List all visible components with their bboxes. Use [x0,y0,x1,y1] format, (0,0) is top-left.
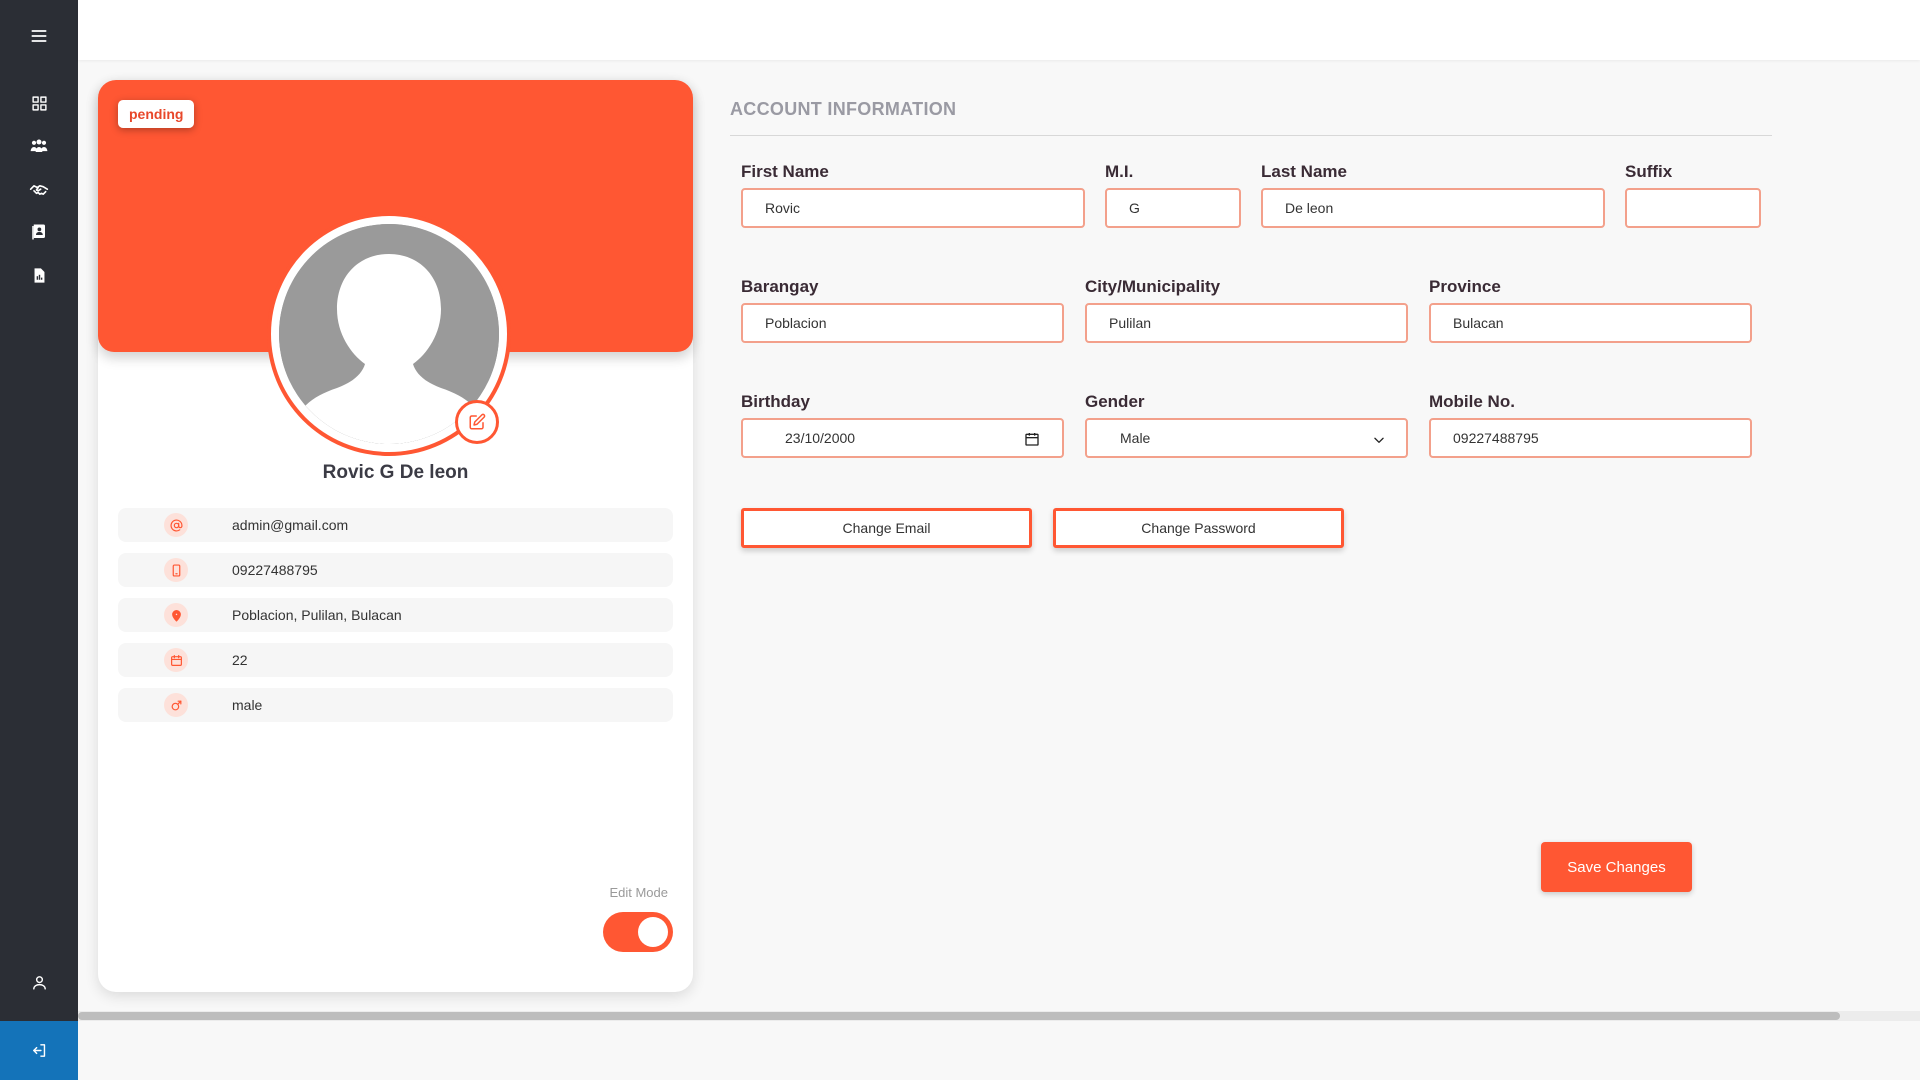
calendar-icon[interactable] [1024,431,1040,447]
phone-icon [172,563,180,577]
horizontal-scrollbar[interactable] [78,1011,1920,1021]
barangay-label: Barangay [741,277,819,296]
detail-address: Poblacion, Pulilan, Bulacan [118,598,673,632]
first-name-field[interactable]: Rovic [741,188,1085,228]
report-document-icon [34,267,44,283]
middle-initial-field[interactable]: G [1105,188,1241,228]
detail-age: 22 [118,643,673,677]
suffix-field[interactable] [1625,188,1761,228]
first-name-label: First Name [741,162,829,181]
sidebar-item-users[interactable] [0,127,78,167]
scrollbar-thumb[interactable] [78,1012,1840,1020]
profile-details-list: admin@gmail.com 09227488795 Poblacion, P… [118,508,673,733]
logout-icon [32,1044,45,1057]
profile-name: Rovic G De leon [322,462,469,483]
change-email-button[interactable]: Change Email [741,508,1032,548]
last-name-label: Last Name [1261,162,1347,181]
section-divider [730,135,1772,136]
detail-age-value: 22 [232,652,248,668]
sidebar-item-records[interactable] [0,212,78,252]
male-icon [171,700,181,710]
sidebar-item-dashboard[interactable] [0,83,78,123]
at-icon [170,519,183,531]
menu-toggle-button[interactable] [0,16,78,56]
detail-phone: 09227488795 [118,553,673,587]
sidebar [0,0,78,1080]
detail-email: admin@gmail.com [118,508,673,542]
detail-gender: male [118,688,673,722]
menu-icon [31,30,47,42]
top-header [78,0,1920,60]
sidebar-item-reports[interactable] [0,255,78,295]
edit-mode-toggle[interactable] [603,912,673,952]
contacts-book-icon [32,224,45,240]
chevron-down-icon [1374,437,1384,443]
user-icon [32,975,46,990]
logout-button[interactable] [0,1021,78,1080]
city-field[interactable]: Pulilan [1085,303,1408,343]
sidebar-item-transactions[interactable] [0,170,78,210]
detail-gender-value: male [232,697,263,713]
status-badge: pending [118,100,195,128]
last-name-field[interactable]: De leon [1261,188,1605,228]
edit-mode-label: Edit Mode [609,885,668,900]
users-group-icon [30,139,48,152]
profile-card: pending Rovic G De leon admin@gmail.com … [98,80,693,992]
mobile-label: Mobile No. [1429,392,1515,411]
middle-initial-label: M.I. [1105,162,1134,181]
gender-label: Gender [1085,392,1145,411]
suffix-label: Suffix [1625,162,1673,181]
edit-icon [469,413,486,430]
city-label: City/Municipality [1085,277,1221,296]
province-field[interactable]: Bulacan [1429,303,1752,343]
detail-email-value: admin@gmail.com [232,517,349,533]
location-pin-icon [171,609,181,622]
birthday-label: Birthday [741,392,810,411]
birthday-field[interactable]: 23/10/2000 [741,418,1064,458]
edit-photo-button[interactable] [455,400,499,444]
save-changes-button[interactable]: Save Changes [1541,842,1692,892]
detail-phone-value: 09227488795 [232,562,318,578]
birthday-value: 23/10/2000 [785,430,856,446]
mobile-field[interactable]: 09227488795 [1429,418,1752,458]
sidebar-profile-button[interactable] [0,962,78,1002]
gender-selected-value: Male [1120,430,1151,446]
province-label: Province [1429,277,1501,296]
detail-address-value: Poblacion, Pulilan, Bulacan [232,607,402,623]
dashboard-grid-icon [31,95,47,111]
change-password-button[interactable]: Change Password [1053,508,1344,548]
gender-select[interactable]: Male [1085,418,1408,458]
toggle-knob [638,917,668,947]
handshake-icon [29,185,49,195]
barangay-field[interactable]: Poblacion [741,303,1064,343]
calendar-icon [170,654,182,666]
section-title: ACCOUNT INFORMATION [730,99,957,119]
